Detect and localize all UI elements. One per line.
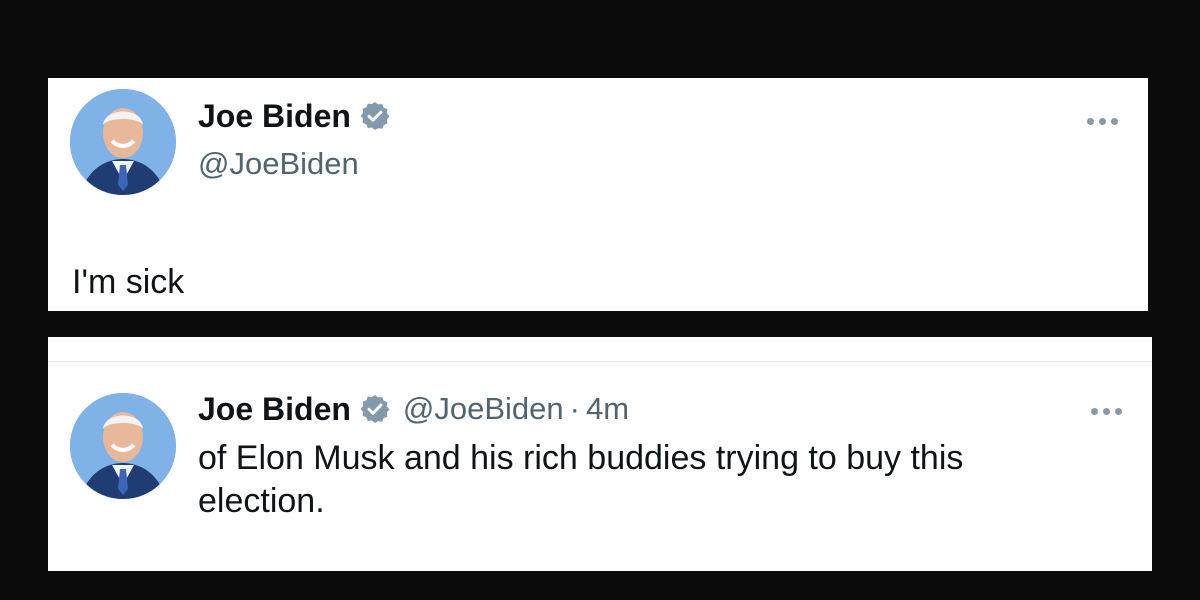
verified-badge-icon	[359, 393, 391, 425]
more-options-icon[interactable]	[1091, 408, 1122, 415]
avatar[interactable]	[70, 89, 176, 195]
tweet-timestamp[interactable]: 4m	[586, 389, 629, 429]
meta-separator: ·	[569, 391, 580, 426]
more-options-icon[interactable]	[1087, 118, 1118, 125]
tweet-text: I'm sick	[72, 263, 185, 301]
author-row: Joe Biden @JoeBiden · 4m	[198, 389, 629, 429]
tweet-card-bottom[interactable]: Joe Biden @JoeBiden · 4m of Elon Musk an…	[48, 337, 1152, 571]
author-handle[interactable]: @JoeBiden	[198, 144, 359, 184]
tweet-text: of Elon Musk and his rich buddies trying…	[198, 439, 964, 520]
verified-badge-icon	[359, 100, 391, 132]
author-name[interactable]: Joe Biden	[198, 96, 351, 136]
author-row: Joe Biden	[198, 96, 391, 136]
author-handle[interactable]: @JoeBiden	[403, 389, 564, 429]
author-name[interactable]: Joe Biden	[198, 389, 351, 429]
avatar-photo	[70, 89, 176, 195]
avatar-photo	[70, 393, 176, 499]
avatar[interactable]	[70, 393, 176, 499]
tweet-card-top[interactable]: Joe Biden @JoeBiden I'm sick	[48, 78, 1148, 311]
divider	[48, 361, 1152, 362]
